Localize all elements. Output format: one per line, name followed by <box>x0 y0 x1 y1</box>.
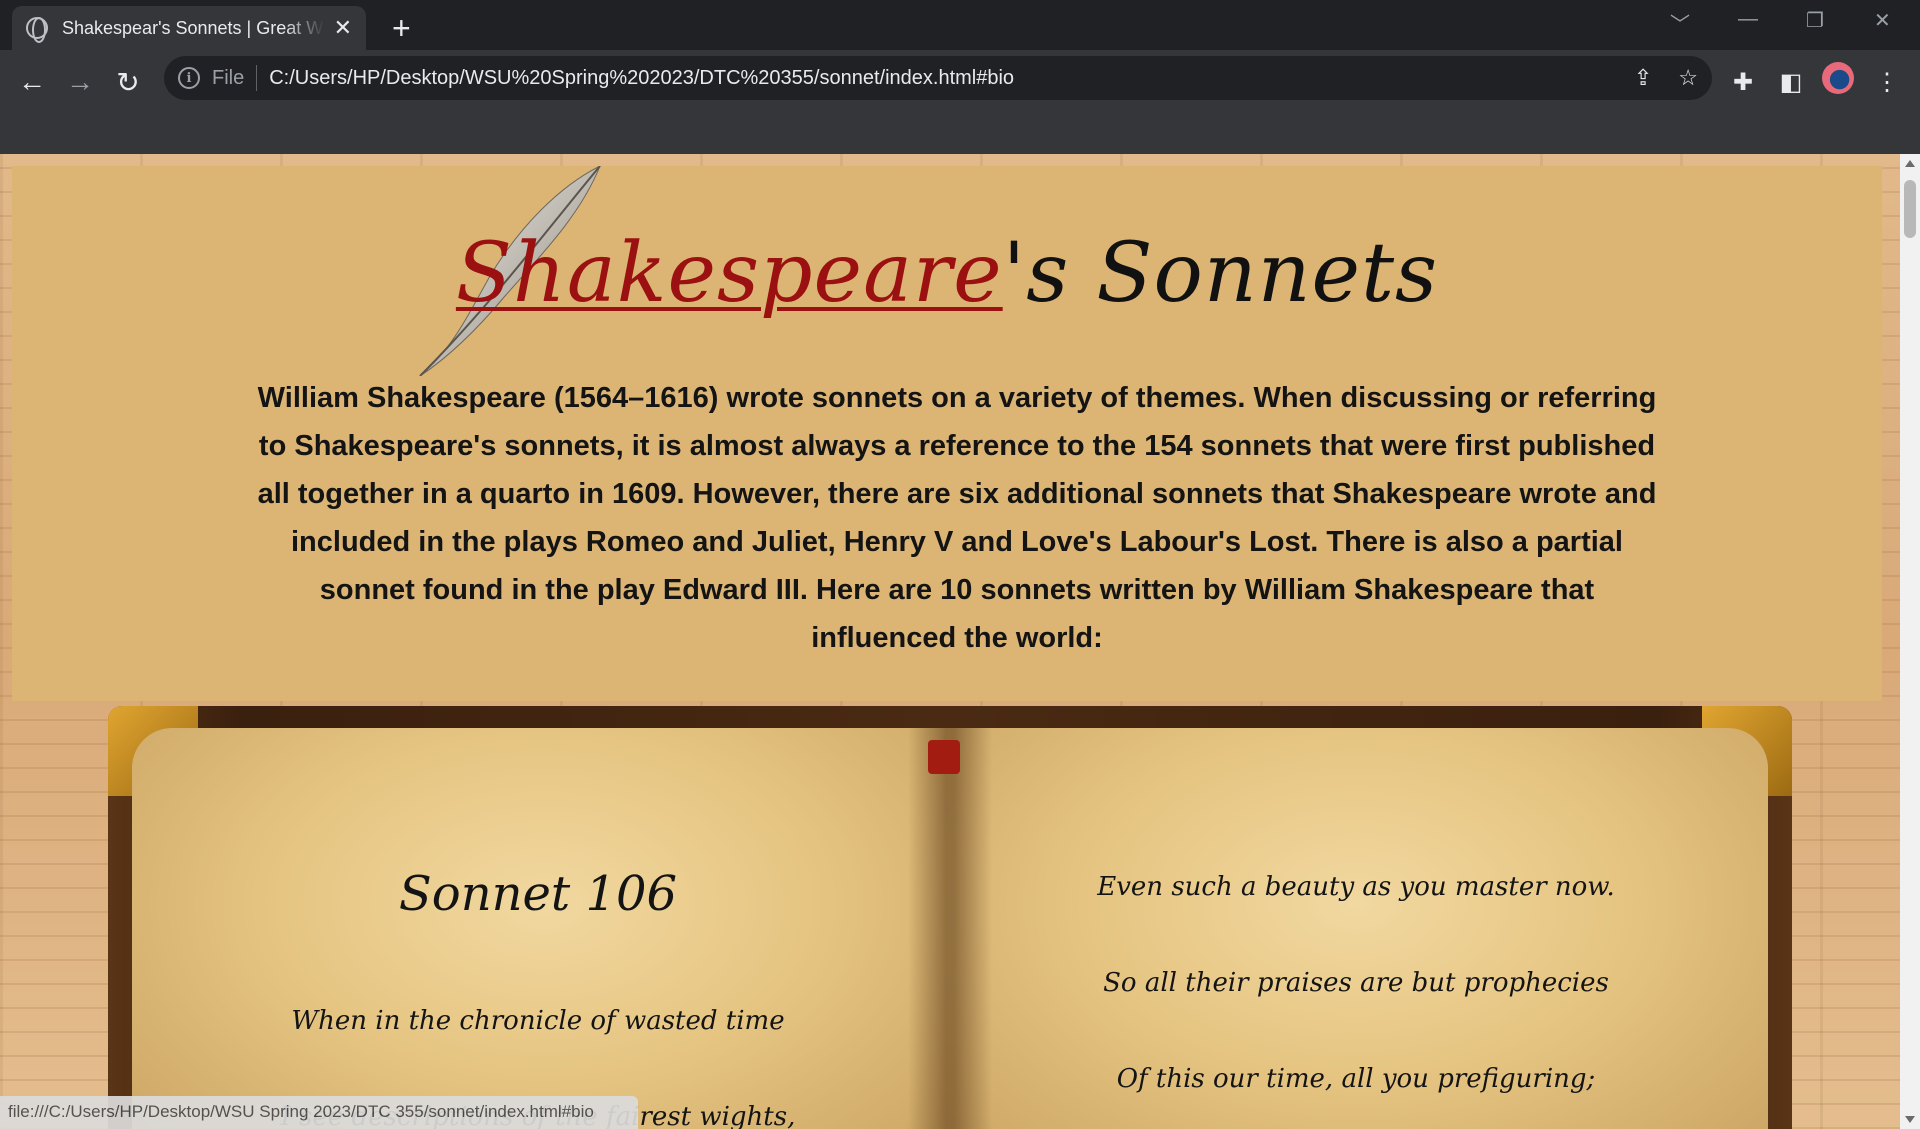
browser-toolbar: ← → ↻ i File C:/Users/HP/Desktop/WSU%20S… <box>0 50 1920 154</box>
open-book: Sonnet 106 When in the chronicle of wast… <box>108 706 1792 1129</box>
globe-icon <box>26 17 48 43</box>
close-icon[interactable]: ✕ <box>334 17 352 39</box>
sonnet-title: Sonnet 106 <box>398 866 678 922</box>
forward-icon[interactable]: → <box>62 64 98 100</box>
chevron-down-icon[interactable]: ﹀ <box>1670 8 1690 37</box>
close-window-icon[interactable]: ✕ <box>1874 8 1891 33</box>
info-icon[interactable]: i <box>178 67 200 89</box>
intro-paragraph: William Shakespeare (1564–1616) wrote so… <box>257 382 1657 654</box>
star-icon[interactable]: ☆ <box>1678 65 1698 91</box>
address-bar[interactable]: i File C:/Users/HP/Desktop/WSU%20Spring%… <box>164 56 1712 100</box>
sonnet-line: When in the chronicle of wasted time <box>291 1006 785 1036</box>
status-bar-url: file:///C:/Users/HP/Desktop/WSU Spring 2… <box>0 1096 638 1129</box>
profile-avatar[interactable] <box>1822 62 1854 94</box>
omnibox-divider <box>256 65 258 91</box>
side-panel-icon[interactable]: ◧ <box>1774 64 1808 100</box>
bookmark-ribbon <box>928 740 960 774</box>
scroll-thumb[interactable] <box>1904 180 1916 238</box>
scroll-up-icon[interactable] <box>1905 160 1915 167</box>
url-text[interactable]: C:/Users/HP/Desktop/WSU%20Spring%202023/… <box>269 67 1014 90</box>
share-icon[interactable]: ⇪ <box>1634 65 1652 91</box>
shakespeare-link[interactable]: Shakespeare <box>456 226 1003 321</box>
menu-icon[interactable]: ⋮ <box>1870 64 1904 100</box>
plus-icon[interactable]: + <box>392 10 411 47</box>
tab-bar: Shakespear's Sonnets | Great Writers ✕ +… <box>0 0 1920 50</box>
extensions-icon[interactable]: ✚ <box>1726 64 1760 100</box>
sonnet-line: Of this our time, all you prefiguring; <box>1116 1064 1596 1094</box>
browser-tab[interactable]: Shakespear's Sonnets | Great Writers ✕ <box>12 6 366 50</box>
hero-section: Shakespeare's Sonnets William Shakespear… <box>12 166 1882 701</box>
sonnet-line: Even such a beauty as you master now. <box>1097 872 1615 902</box>
book-page-left <box>132 728 956 1129</box>
page-viewport: Shakespeare's Sonnets William Shakespear… <box>0 154 1900 1129</box>
back-icon[interactable]: ← <box>14 64 50 100</box>
sonnet-line: So all their praises are but prophecies <box>1103 968 1609 998</box>
reload-icon[interactable]: ↻ <box>110 64 146 100</box>
title-rest: 's Sonnets <box>1002 226 1439 321</box>
file-label: File <box>212 66 245 89</box>
restore-icon[interactable]: ❐ <box>1806 8 1824 33</box>
page-title: Shakespeare's Sonnets <box>12 226 1882 321</box>
tab-title: Shakespear's Sonnets | Great Writers <box>62 17 324 38</box>
minimize-icon[interactable]: — <box>1738 8 1758 31</box>
vertical-scrollbar[interactable] <box>1900 154 1920 1129</box>
scroll-down-icon[interactable] <box>1905 1116 1915 1123</box>
